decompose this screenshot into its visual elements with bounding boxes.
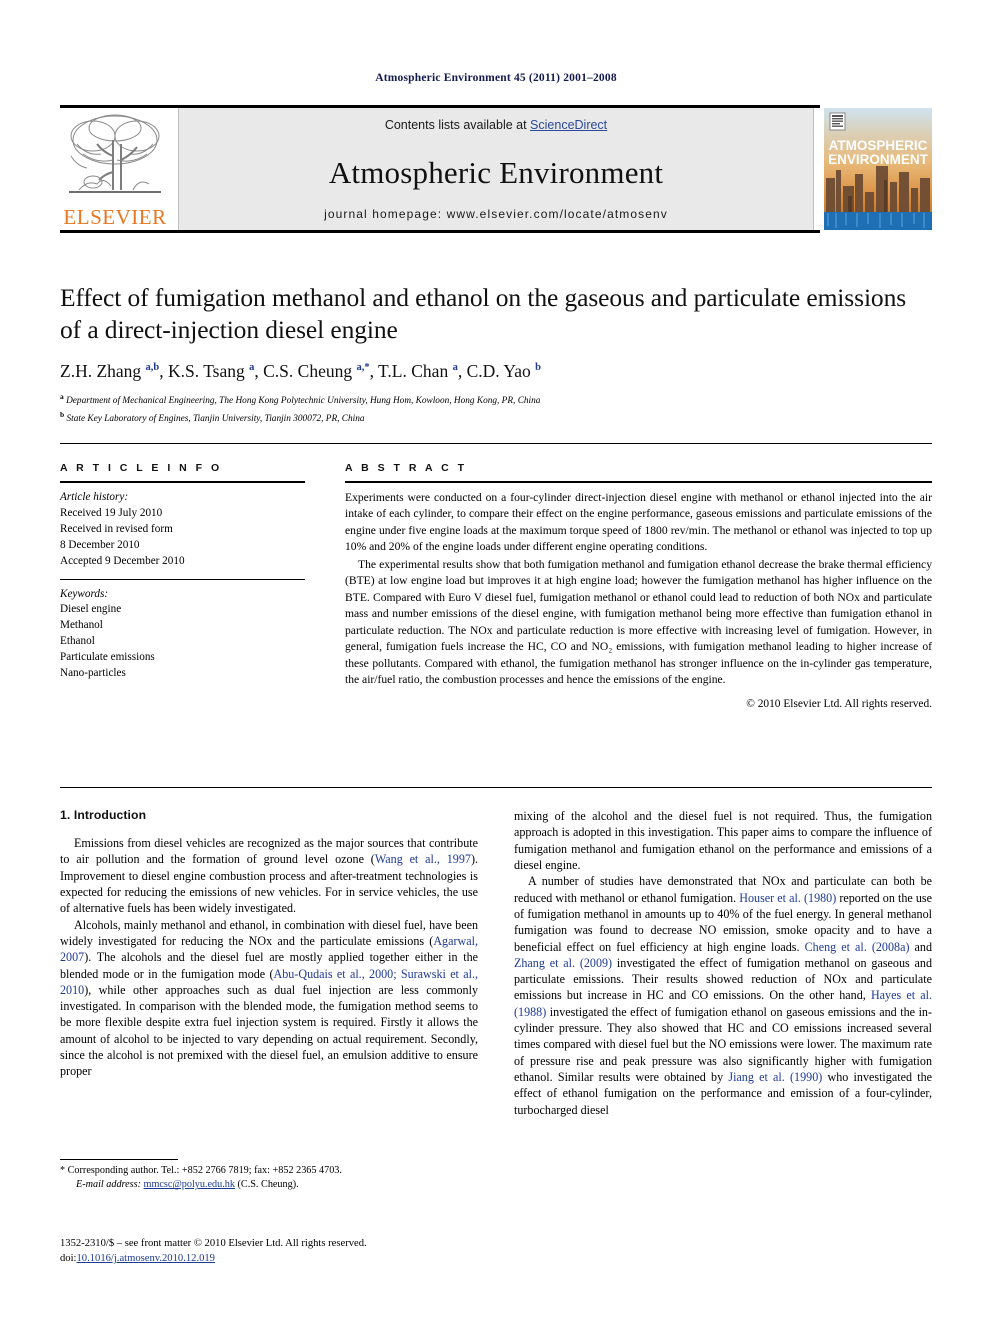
citation-link[interactable]: Agarwal, 2007 bbox=[60, 934, 478, 964]
journal-title: Atmospheric Environment bbox=[328, 154, 664, 190]
citation-link[interactable]: Houser et al. (1980) bbox=[739, 891, 836, 905]
sciencedirect-link[interactable]: ScienceDirect bbox=[530, 118, 607, 132]
elsevier-logo: ELSEVIER bbox=[60, 108, 170, 230]
citation-link[interactable]: Hayes et al. (1988) bbox=[514, 988, 932, 1018]
article-history-block: Article history: Received 19 July 2010 R… bbox=[60, 490, 305, 570]
keywords-rule bbox=[60, 578, 305, 580]
affiliation-mark-a: a bbox=[60, 392, 64, 402]
masthead-center: Contents lists available at ScienceDirec… bbox=[178, 108, 814, 230]
body-columns: 1. Introduction Emissions from diesel ve… bbox=[60, 808, 932, 1118]
body-column-left: 1. Introduction Emissions from diesel ve… bbox=[60, 808, 478, 1118]
cover-title-line2: ENVIRONMENT bbox=[828, 152, 929, 167]
cover-title-line1: ATMOSPHERIC bbox=[829, 138, 928, 153]
abstract-column: A B S T R A C T Experiments were conduct… bbox=[345, 462, 932, 713]
abstract-paragraph-2: The experimental results show that both … bbox=[345, 557, 932, 686]
article-info-heading: A R T I C L E I N F O bbox=[60, 462, 223, 474]
doi-link[interactable]: 10.1016/j.atmosenv.2010.12.019 bbox=[76, 1253, 215, 1264]
article-info-column: A R T I C L E I N F O Article history: R… bbox=[60, 462, 305, 713]
body-paragraph: Alcohols, mainly methanol and ethanol, i… bbox=[60, 917, 478, 1079]
title-bottom-rule bbox=[60, 443, 932, 444]
imprint-issn-line: 1352-2310/$ – see front matter © 2010 El… bbox=[60, 1238, 367, 1249]
masthead-bottom-rule bbox=[60, 230, 820, 233]
info-abstract-region: A R T I C L E I N F O Article history: R… bbox=[60, 462, 932, 713]
citation-link[interactable]: Jiang et al. (1990) bbox=[728, 1070, 822, 1084]
cover-artwork-icon: ATMOSPHERIC ENVIRONMENT bbox=[824, 108, 932, 230]
citation-link[interactable]: Cheng et al. (2008a) bbox=[805, 940, 910, 954]
elsevier-wordmark: ELSEVIER bbox=[63, 205, 167, 229]
journal-homepage[interactable]: journal homepage: www.elsevier.com/locat… bbox=[324, 207, 668, 221]
author-list: Z.H. Zhang a,b, K.S. Tsang a, C.S. Cheun… bbox=[60, 361, 541, 382]
history-item: Accepted 9 December 2010 bbox=[60, 554, 185, 567]
keyword-item: Methanol bbox=[60, 619, 103, 632]
abstract-heading: A B S T R A C T bbox=[345, 462, 467, 474]
affiliation-list: a Department of Mechanical Engineering, … bbox=[60, 391, 932, 427]
abstract-paragraph-1: Experiments were conducted on a four-cyl… bbox=[345, 491, 932, 554]
abstract-rule bbox=[345, 481, 932, 483]
imprint-block: 1352-2310/$ – see front matter © 2010 El… bbox=[60, 1236, 490, 1267]
running-head: Atmospheric Environment 45 (2011) 2001–2… bbox=[375, 72, 617, 84]
doi-label: doi: bbox=[60, 1253, 77, 1265]
footnote-block: * Corresponding author. Tel.: +852 2766 … bbox=[60, 1159, 478, 1193]
email-note: E-mail address: mmcsc@polyu.edu.hk (C.S.… bbox=[60, 1178, 478, 1192]
email-label: E-mail address: bbox=[76, 1179, 141, 1191]
abstract-copyright: © 2010 Elsevier Ltd. All rights reserved… bbox=[746, 698, 932, 711]
keywords-label: Keywords: bbox=[60, 587, 109, 600]
affiliation-mark-b: b bbox=[60, 410, 65, 420]
contents-prefix: Contents lists available at bbox=[384, 118, 531, 132]
column-gap bbox=[305, 462, 345, 713]
citation-link[interactable]: Wang et al., 1997 bbox=[375, 852, 471, 866]
body-paragraph: Emissions from diesel vehicles are recog… bbox=[60, 836, 478, 916]
keyword-item: Nano-particles bbox=[60, 667, 126, 680]
affiliation-b: b State Key Laboratory of Engines, Tianj… bbox=[60, 409, 932, 427]
body-column-gap bbox=[478, 808, 514, 1118]
body-paragraph: mixing of the alcohol and the diesel fue… bbox=[514, 809, 932, 872]
history-item: 8 December 2010 bbox=[60, 538, 140, 551]
email-owner: (C.S. Cheung). bbox=[237, 1179, 299, 1191]
corresponding-author-note: * Corresponding author. Tel.: +852 2766 … bbox=[60, 1165, 342, 1176]
body-column-right: mixing of the alcohol and the diesel fue… bbox=[514, 808, 932, 1118]
abstract-bottom-rule bbox=[60, 787, 932, 788]
citation-link[interactable]: Abu-Qudais et al., 2000; Surawski et al.… bbox=[60, 967, 478, 997]
journal-article-page: Atmospheric Environment 45 (2011) 2001–2… bbox=[0, 0, 992, 1323]
keyword-item: Diesel engine bbox=[60, 603, 122, 616]
journal-cover-thumbnail: ATMOSPHERIC ENVIRONMENT bbox=[824, 108, 932, 230]
citation-link[interactable]: Zhang et al. (2009) bbox=[514, 956, 612, 970]
affiliation-a-text: Department of Mechanical Engineering, Th… bbox=[66, 396, 541, 407]
email-link[interactable]: mmcsc@polyu.edu.hk bbox=[144, 1179, 235, 1190]
article-title: Effect of fumigation methanol and ethano… bbox=[60, 283, 907, 344]
section-heading-introduction: 1. Introduction bbox=[60, 808, 147, 822]
body-paragraph: A number of studies have demonstrated th… bbox=[514, 874, 933, 1117]
keyword-item: Particulate emissions bbox=[60, 651, 155, 664]
contents-available-line: Contents lists available at ScienceDirec… bbox=[385, 118, 607, 132]
footnote-rule bbox=[60, 1159, 178, 1160]
journal-masthead: ELSEVIER Contents lists available at Sci… bbox=[60, 105, 932, 233]
article-history-label: Article history: bbox=[60, 491, 129, 503]
article-info-rule bbox=[60, 481, 305, 483]
keyword-item: Ethanol bbox=[60, 635, 95, 648]
imprint-doi-line: doi:10.1016/j.atmosenv.2010.12.019 bbox=[60, 1251, 490, 1266]
affiliation-a: a Department of Mechanical Engineering, … bbox=[60, 391, 932, 409]
affiliation-b-text: State Key Laboratory of Engines, Tianjin… bbox=[66, 414, 365, 425]
elsevier-tree-icon bbox=[69, 114, 161, 193]
abstract-body: Experiments were conducted on a four-cyl… bbox=[345, 490, 932, 713]
history-item: Received 19 July 2010 bbox=[60, 506, 163, 519]
keywords-block: Keywords: Diesel engine Methanol Ethanol… bbox=[60, 587, 305, 682]
history-item: Received in revised form bbox=[60, 522, 173, 535]
title-block: Effect of fumigation methanol and ethano… bbox=[60, 282, 932, 427]
